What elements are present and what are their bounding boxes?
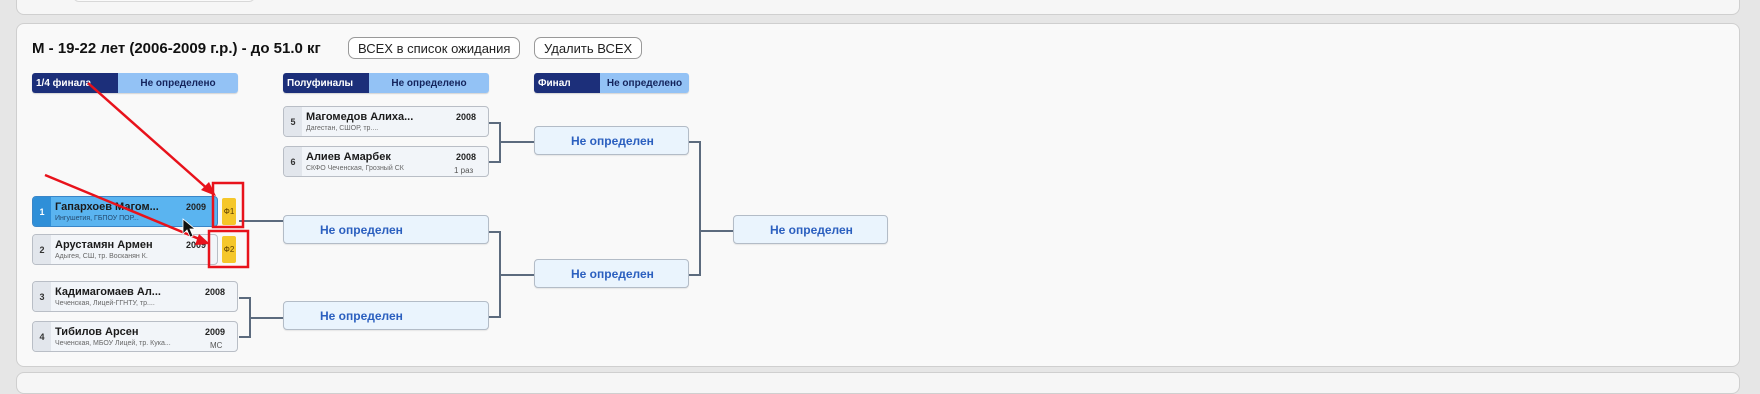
participant-team: Чеченская, МБОУ Лицей, тр. Кука... [55,340,171,347]
undetermined-slot[interactable]: Не определен [283,301,489,330]
participant-name: Алиев Амарбек [306,151,391,163]
round-name: Финал [534,73,600,93]
round-status: Не определено [600,73,689,93]
undetermined-slot-winner[interactable]: Не определен [733,215,888,244]
seed-number: 5 [284,107,302,136]
connector-line [699,230,733,232]
connector-line [239,336,249,338]
undetermined-label: Не определен [571,134,654,148]
undetermined-slot[interactable]: Не определен [283,215,489,244]
round-name: 1/4 финала [32,73,118,93]
connector-line [249,317,283,319]
bracket-card: М - 19-22 лет (2006-2009 г.р.) - до 51.0… [16,23,1740,367]
participant-name: Тибилов Арсен [55,326,139,338]
seed-number: 4 [33,322,51,351]
participant-team: СКФО Чеченская, Грозный СК [306,165,404,172]
participant-name: Кадимагомаев Ал... [55,286,161,298]
connector-line [689,274,699,276]
participant-year: 2009 [186,202,207,212]
connector-line [489,122,499,124]
seed-number: 2 [33,235,51,264]
participant-team: Дагестан, СШОР, тр.... [306,125,379,132]
undetermined-slot[interactable]: Не определен [534,126,689,155]
connector-line [689,141,699,143]
seed-number: 3 [33,282,51,311]
connector-line [499,274,534,276]
participant-name: Магомедов Алиха... [306,111,414,123]
connector-line [489,231,499,233]
undetermined-label: Не определен [770,223,853,237]
participant-card[interactable]: 2 Арустамян Армен Адыгея, СШ, тр. Воскан… [32,234,218,265]
slot-tag-f2[interactable]: Ф2 [222,236,236,263]
participant-year: 2008 [205,287,226,297]
round-name: Полуфиналы [283,73,369,93]
round-status: Не определено [369,73,489,93]
participant-card[interactable]: 5 Магомедов Алиха... Дагестан, СШОР, тр.… [283,106,489,137]
participant-rank: МС [210,341,223,350]
participant-year: 2008 [456,152,477,162]
slot-tag-f1[interactable]: Ф1 [222,198,236,225]
participant-name: Гапархоев Магом... [55,201,159,213]
participant-year: 2009 [186,240,207,250]
participant-team: Чеченская, Лицей-ГГНТУ, тр.... [55,300,155,307]
delete-all-button[interactable]: Удалить ВСЕХ [534,37,643,59]
seed-number: 6 [284,147,302,176]
previous-bracket-card [16,0,1740,15]
undetermined-label: Не определен [320,309,403,323]
bracket-title: М - 19-22 лет (2006-2009 г.р.) - до 51.0… [32,40,321,57]
connector-line [239,220,283,222]
connector-line [489,316,499,318]
round-header-semifinal: Полуфиналы Не определено [283,73,489,93]
participant-year: 2008 [456,112,477,122]
participant-card[interactable]: 4 Тибилов Арсен Чеченская, МБОУ Лицей, т… [32,321,238,352]
undetermined-label: Не определен [320,223,403,237]
round-header-quarterfinal: 1/4 финала Не определено [32,73,238,93]
participant-year: 2009 [205,327,226,337]
connector-line [699,141,701,276]
undetermined-slot[interactable]: Не определен [534,259,689,288]
connector-line [499,141,534,143]
participant-team: Адыгея, СШ, тр. Восканян К. [55,253,148,260]
participant-team: Ингушетия, ГБПОУ ПОР... [55,215,139,222]
round-status: Не определено [118,73,238,93]
undetermined-label: Не определен [571,267,654,281]
participant-card-selected[interactable]: 1 Гапархоев Магом... Ингушетия, ГБПОУ ПО… [32,196,218,227]
connector-line [489,161,499,163]
round-header-final: Финал Не определено [534,73,689,93]
participant-name: Арустамян Армен [55,239,153,251]
waitlist-all-button[interactable]: ВСЕХ в список ожидания [348,37,521,59]
connector-line [239,297,249,299]
next-bracket-card [16,372,1740,394]
previous-card-element [73,0,255,2]
participant-rank: 1 раз [454,166,474,175]
participant-card[interactable]: 3 Кадимагомаев Ал... Чеченская, Лицей-ГГ… [32,281,238,312]
seed-number: 1 [33,197,51,226]
participant-card[interactable]: 6 Алиев Амарбек СКФО Чеченская, Грозный … [283,146,489,177]
